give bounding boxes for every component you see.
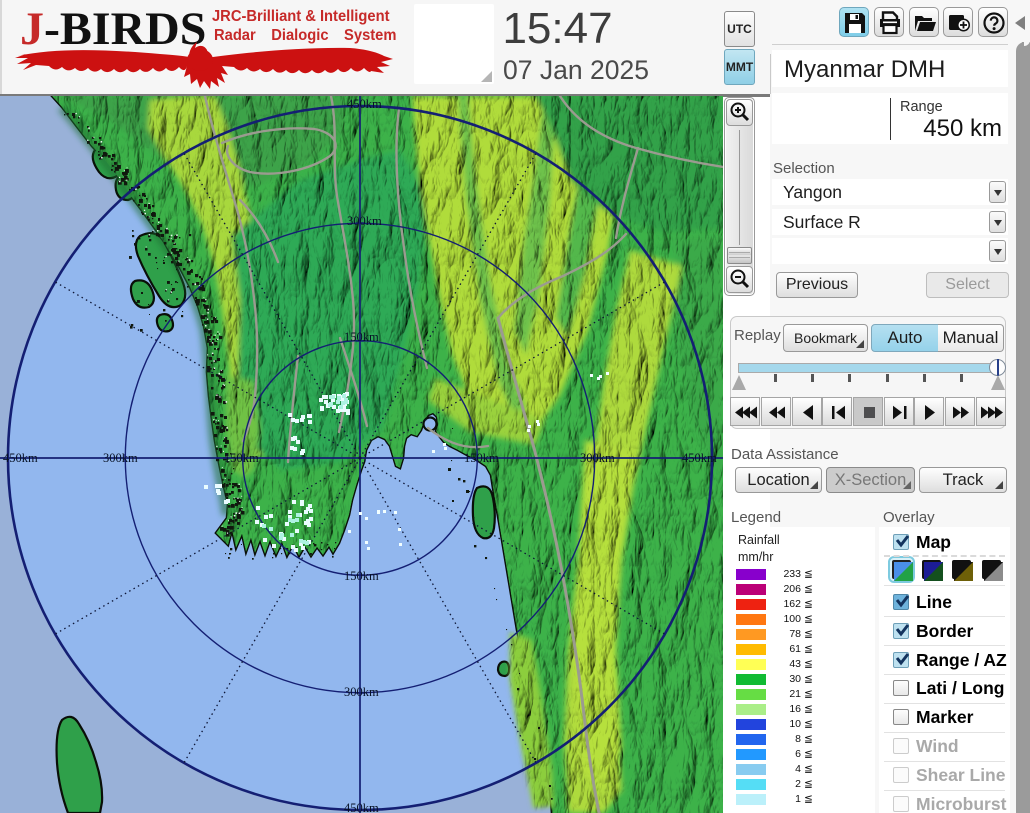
svg-text:450km: 450km [347,97,382,111]
svg-text:150km: 150km [344,569,379,583]
svg-text:450km: 450km [3,451,38,465]
svg-text:300km: 300km [580,451,615,465]
svg-text:150km: 150km [464,451,499,465]
svg-text:300km: 300km [347,214,382,228]
svg-text:450km: 450km [344,801,379,813]
svg-text:300km: 300km [103,451,138,465]
svg-text:150km: 150km [224,451,259,465]
svg-text:300km: 300km [344,685,379,699]
svg-text:150km: 150km [344,330,379,344]
svg-text:450km: 450km [682,451,717,465]
